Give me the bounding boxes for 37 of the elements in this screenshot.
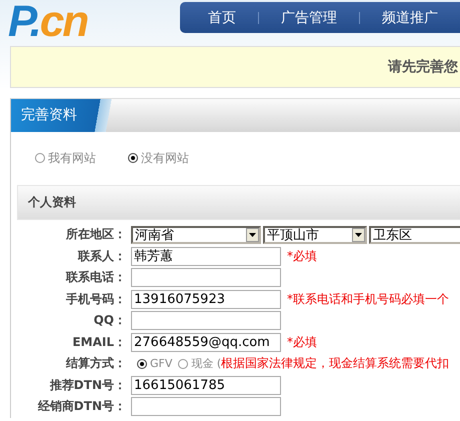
nav-link[interactable]: 首页 [208,8,258,26]
field-label: 所在地区： [65,226,127,244]
input-field[interactable]: 16615061785 [131,376,281,395]
input-field[interactable] [131,268,281,288]
hint-text: *必填 [287,248,317,265]
field-label: EMAIL： [71,334,127,351]
option-label[interactable]: GFV [150,357,172,370]
input-field[interactable]: 韩芳蕙 [131,246,281,266]
radio-button[interactable] [178,358,188,369]
radio-button[interactable] [128,153,138,163]
section-title: 个人资料 [28,194,76,211]
radio-button[interactable] [35,153,45,163]
hint-text: *必填 [287,334,317,351]
input-field[interactable]: 13916075923 [131,290,281,309]
logo: P.cn [7,0,88,44]
hint-text: 根据国家法律规定，现金结算系统需要代扣 [221,355,450,372]
field-label: 联系人： [76,248,127,265]
nav-link[interactable]: 频道推广 [360,8,460,26]
hint-text: *联系电话和手机号码必填一个 [287,290,449,308]
nav-link[interactable]: 广告管理 [259,8,359,26]
input-field[interactable]: 276648559@qq.com [131,332,281,352]
radio-button[interactable] [137,358,147,369]
field-label: 手机号码： [65,290,127,308]
dropdown[interactable]: 卫东区 [369,226,460,244]
option-label[interactable]: 我有网站 [48,150,96,166]
field-label: 经销商DTN号： [36,398,127,416]
dropdown[interactable]: 河南省 [131,226,261,244]
option-label[interactable]: 现金 ( [191,356,222,372]
field-label: QQ： [92,312,127,330]
notice-text: 请先完善您 [388,58,458,76]
input-field[interactable] [131,397,281,416]
field-label: 联系电话： [64,269,127,286]
input-field[interactable] [131,311,281,330]
option-label[interactable]: 没有网站 [141,150,189,166]
field-label: 推荐DTN号： [48,376,127,394]
field-label: 结算方式： [64,355,127,372]
dropdown[interactable]: 平顶山市 [263,226,367,244]
